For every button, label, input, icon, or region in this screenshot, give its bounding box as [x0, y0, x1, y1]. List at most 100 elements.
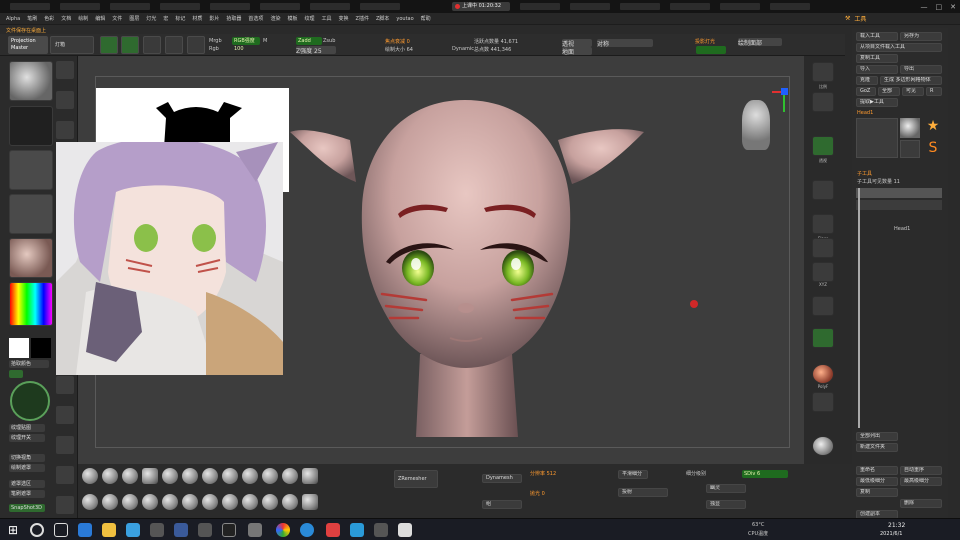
projection-master-button[interactable]: Projection Master [8, 36, 48, 54]
tab[interactable] [360, 3, 400, 10]
resolution-slider[interactable]: 分辨率 512 [530, 470, 556, 477]
lowest-subdiv-button[interactable]: 最低级细分 [856, 477, 898, 486]
menu-item[interactable]: 标记 [175, 15, 185, 22]
windows-start-icon[interactable]: ⊞ [6, 523, 20, 537]
zremesher-button[interactable]: ZRemesher [394, 470, 438, 488]
tools-palette-header[interactable]: ⚒ 工具 [845, 14, 866, 23]
zadd-toggle[interactable]: Zadd [296, 37, 322, 45]
brush-topo[interactable] [182, 494, 198, 510]
tab[interactable] [620, 3, 660, 10]
left-btn-4[interactable]: 绘制遮罩 [9, 464, 45, 472]
sel-lasso-tool[interactable] [56, 406, 74, 424]
menu-item[interactable]: 渲染 [270, 15, 280, 22]
menu-item[interactable]: 工具 [321, 15, 331, 22]
sdiv-slider[interactable]: SDiv 6 [742, 470, 788, 478]
brush-flatten[interactable] [142, 494, 158, 510]
left-btn-2[interactable]: 纹理开关 [9, 434, 45, 442]
edit-mode-button[interactable] [100, 36, 118, 54]
maskpen-tool[interactable] [56, 91, 74, 109]
main-color-swatch[interactable] [9, 338, 29, 358]
tab[interactable] [520, 3, 560, 10]
navigation-head-icon[interactable] [742, 100, 770, 150]
minimize-icon[interactable]: — [921, 3, 928, 11]
secondary-color-swatch[interactable] [31, 338, 51, 358]
menu-item[interactable]: 文档 [61, 15, 71, 22]
brush-clay[interactable] [102, 468, 118, 484]
polyf-button[interactable] [812, 364, 834, 384]
menu-item[interactable]: 材质 [192, 15, 202, 22]
app-icon-2[interactable] [126, 523, 140, 537]
all-button[interactable]: 全部 [878, 87, 900, 96]
r-button[interactable]: R [926, 87, 942, 96]
solo-button[interactable] [812, 436, 834, 456]
fill-toggle[interactable] [9, 370, 23, 378]
rgb-label[interactable]: Rgb [209, 46, 219, 52]
menu-item[interactable]: 文件 [112, 15, 122, 22]
app-icon-5[interactable] [198, 523, 212, 537]
brush-slash[interactable] [122, 494, 138, 510]
app-icon-10[interactable] [350, 523, 364, 537]
m-label[interactable]: M [263, 38, 267, 44]
menu-item[interactable]: youtao [396, 16, 413, 22]
highest-subdiv-button[interactable]: 最高级细分 [900, 477, 942, 486]
import-button[interactable]: 导入 [856, 65, 898, 74]
tab[interactable] [60, 3, 100, 10]
mesh-paint-button[interactable]: 绘制面部 [738, 38, 782, 47]
focal-shift-slider[interactable]: 焦点衰减 0 [385, 38, 410, 45]
tab[interactable] [770, 3, 810, 10]
tool-thumbnail[interactable] [856, 118, 898, 158]
brush-pinch[interactable] [242, 468, 258, 484]
menu-item[interactable]: 图层 [129, 15, 139, 22]
chrome-icon[interactable] [276, 523, 290, 537]
brush-claytubes[interactable] [142, 468, 158, 484]
app-icon-11[interactable] [374, 523, 388, 537]
copy-tool-button[interactable]: 复制工具 [856, 54, 898, 63]
file-explorer-icon[interactable] [102, 523, 116, 537]
brush-snakehook[interactable] [282, 468, 298, 484]
tab[interactable] [10, 3, 50, 10]
transp-button[interactable] [812, 392, 834, 412]
head-model[interactable] [290, 92, 650, 444]
menu-item[interactable]: 编辑 [95, 15, 105, 22]
move-view-button[interactable] [812, 328, 834, 348]
duplicate-button[interactable]: 复制 [856, 488, 898, 497]
subtool-row-active[interactable] [856, 188, 942, 198]
axis-slider[interactable]: 对称 [597, 39, 653, 48]
scale-mode-button[interactable] [165, 36, 183, 54]
actual-button[interactable] [812, 180, 834, 200]
recording-indicator[interactable]: 上课中 01:20:32 [452, 2, 510, 11]
local-button[interactable] [812, 238, 834, 258]
menu-item[interactable]: 色彩 [44, 15, 54, 22]
search-icon[interactable] [30, 523, 44, 537]
brush-claybuild[interactable] [122, 468, 138, 484]
stroke-thumbnail[interactable] [9, 106, 53, 146]
tab[interactable] [670, 3, 710, 10]
menu-item[interactable]: 影片 [209, 15, 219, 22]
projection-button[interactable]: 投射 [618, 488, 668, 497]
pick-color-button[interactable]: 拾取颜色 [9, 360, 49, 368]
move-mode-button[interactable] [143, 36, 161, 54]
goz-button[interactable]: GoZ [856, 87, 876, 96]
spotlight-toggle[interactable] [696, 46, 726, 54]
mrgb-label[interactable]: Mrgb [209, 38, 222, 44]
menu-item[interactable]: Z插件 [356, 15, 369, 22]
smooth-subdiv-button[interactable]: 平滑细分 [618, 470, 648, 479]
maximize-icon[interactable]: □ [936, 3, 943, 11]
app-icon-1[interactable] [78, 523, 92, 537]
menu-item[interactable]: 模板 [287, 15, 297, 22]
close-icon[interactable]: ✕ [950, 3, 956, 11]
brush-move[interactable] [82, 494, 98, 510]
make-polymesh-button[interactable]: 生成 多边形网格物体 [880, 76, 942, 85]
app-icon-9[interactable] [326, 523, 340, 537]
list-all-button[interactable]: 全部列出 [856, 432, 898, 441]
brush-planar[interactable] [222, 494, 238, 510]
left-btn-7[interactable]: SnapShot3D [9, 504, 45, 512]
subtool-scrollbar[interactable] [858, 188, 860, 428]
save-as-button[interactable]: 另存为 [900, 32, 942, 41]
spotlight-label[interactable]: 投影灯光 [695, 38, 715, 45]
draw-mode-button[interactable] [121, 36, 139, 54]
dragdot-tool[interactable] [56, 61, 74, 79]
solo-button[interactable]: 独显 [706, 500, 746, 509]
persp-button[interactable]: 透视 [562, 39, 592, 48]
brush-smooth[interactable] [202, 468, 218, 484]
